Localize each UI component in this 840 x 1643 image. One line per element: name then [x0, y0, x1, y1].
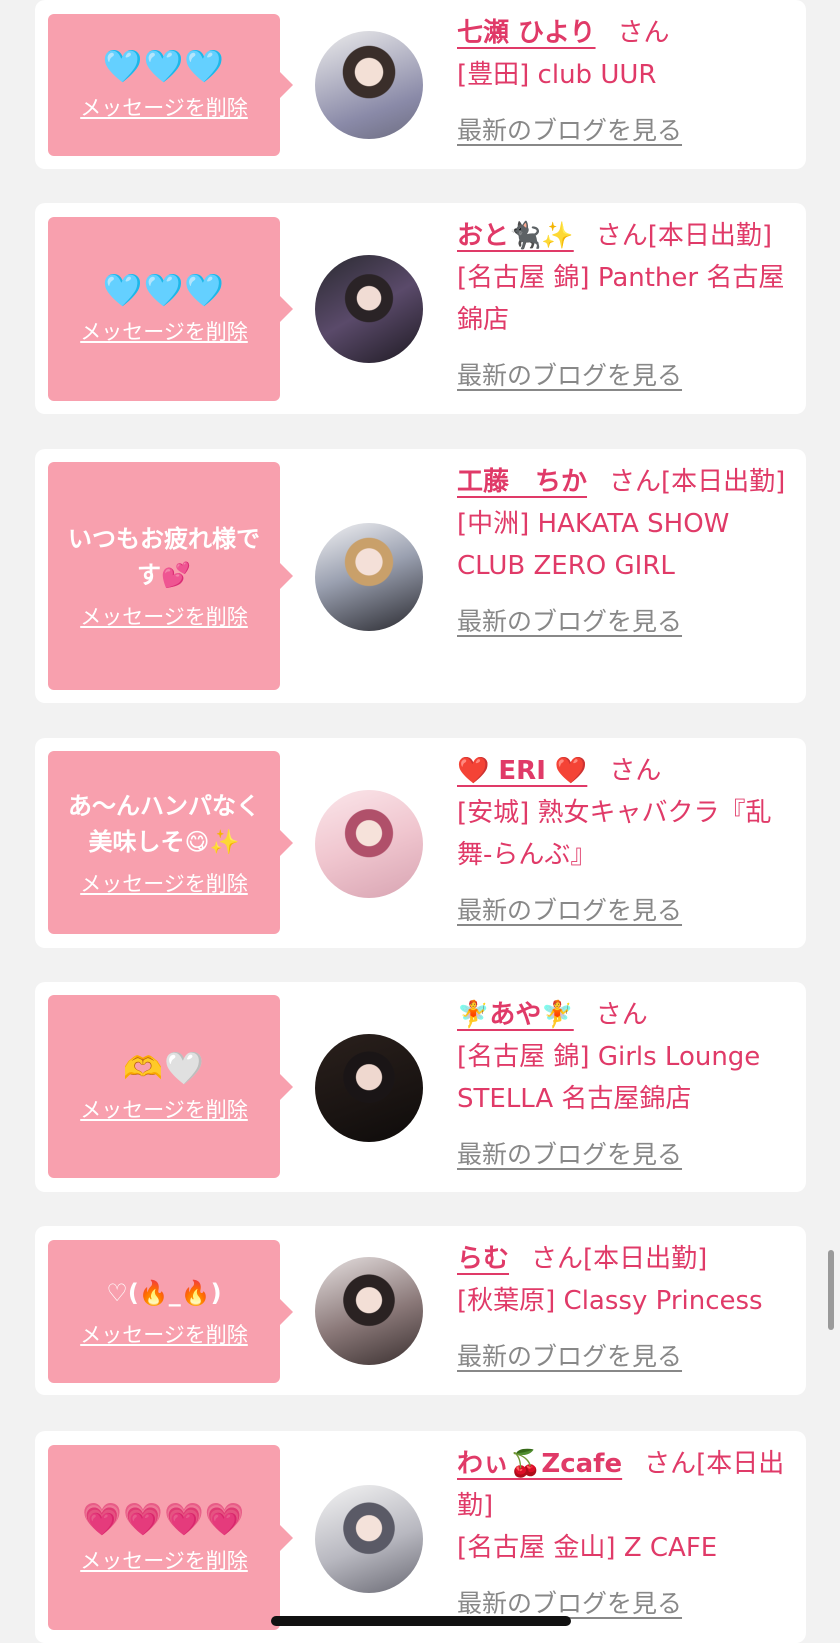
- honorific: さん: [617, 18, 670, 48]
- shop-label: [秋葉原] Classy Princess: [457, 1286, 763, 1316]
- avatar[interactable]: [315, 1034, 423, 1142]
- honorific: さん: [609, 756, 662, 786]
- delete-message-link[interactable]: メッセージを削除: [80, 1319, 248, 1349]
- list-item: あ〜んハンパなく美味しそ😋✨ メッセージを削除 ❤️ ERI ❤️ さん [安城]…: [35, 738, 806, 948]
- message-bubble: ♡(🔥_🔥) メッセージを削除: [48, 1240, 293, 1383]
- message-bubble: あ〜んハンパなく美味しそ😋✨ メッセージを削除: [48, 751, 293, 934]
- cast-info: 七瀬 ひより さん [豊田] club UUR 最新のブログを見る: [457, 12, 796, 152]
- cast-info: わぃ🍒Zcafe さん[本日出勤] [名古屋 金山] Z CAFE 最新のブログを…: [457, 1443, 796, 1625]
- home-indicator: [271, 1616, 571, 1626]
- message-text: いつもお疲れ様です💕: [68, 525, 260, 589]
- delete-message-link[interactable]: メッセージを削除: [80, 92, 248, 122]
- cast-info: ❤️ ERI ❤️ さん [安城] 熟女キャバクラ『乱舞-らんぶ』 最新のブログを…: [457, 750, 796, 932]
- cast-name-link[interactable]: わぃ🍒Zcafe: [457, 1449, 622, 1479]
- shop-label: [安城] 熟女キャバクラ『乱舞-らんぶ』: [457, 798, 772, 870]
- honorific: さん: [595, 1000, 648, 1030]
- cast-info: 工藤 ちか さん[本日出勤] [中洲] HAKATA SHOW CLUB ZERO…: [457, 461, 796, 643]
- shop-label: [名古屋 金山] Z CAFE: [457, 1533, 718, 1563]
- list-item: 🩵🩵🩵 メッセージを削除 七瀬 ひより さん [豊田] club UUR 最新のブ…: [35, 0, 806, 169]
- message-bubble: 🫶🤍 メッセージを削除: [48, 995, 293, 1178]
- avatar[interactable]: [315, 255, 423, 363]
- scrollbar[interactable]: [828, 1250, 834, 1330]
- message-text: 🩵🩵🩵: [102, 271, 226, 309]
- cast-name-link[interactable]: らむ: [457, 1244, 509, 1274]
- shop-label: [名古屋 錦] Girls Lounge STELLA 名古屋錦店: [457, 1042, 761, 1114]
- cast-info: おと🐈‍⬛✨ さん[本日出勤] [名古屋 錦] Panther 名古屋錦店 最新の…: [457, 215, 796, 397]
- delete-message-link[interactable]: メッセージを削除: [80, 316, 248, 346]
- delete-message-link[interactable]: メッセージを削除: [80, 868, 248, 898]
- message-text: あ〜んハンパなく美味しそ😋✨: [68, 791, 260, 856]
- list-item: 💗💗💗💗 メッセージを削除 わぃ🍒Zcafe さん[本日出勤] [名古屋 金山] …: [35, 1431, 806, 1643]
- message-text: 💗💗💗💗: [82, 1499, 246, 1538]
- avatar[interactable]: [315, 1257, 423, 1365]
- cast-name-link[interactable]: おと🐈‍⬛✨: [457, 221, 574, 251]
- message-bubble: 🩵🩵🩵 メッセージを削除: [48, 217, 293, 401]
- delete-message-link[interactable]: メッセージを削除: [80, 601, 248, 631]
- latest-blog-link[interactable]: 最新のブログを見る: [457, 110, 682, 152]
- cast-name-link[interactable]: 七瀬 ひより: [457, 18, 596, 48]
- honorific: さん[本日出勤]: [531, 1244, 708, 1274]
- list-item: いつもお疲れ様です💕 メッセージを削除 工藤 ちか さん[本日出勤] [中洲] H…: [35, 449, 806, 703]
- latest-blog-link[interactable]: 最新のブログを見る: [457, 1336, 682, 1378]
- delete-message-link[interactable]: メッセージを削除: [80, 1545, 248, 1575]
- cast-info: 🧚あや🧚 さん [名古屋 錦] Girls Lounge STELLA 名古屋錦店…: [457, 994, 796, 1176]
- shop-label: [豊田] club UUR: [457, 60, 657, 90]
- message-bubble: 🩵🩵🩵 メッセージを削除: [48, 14, 293, 156]
- message-text: ♡(🔥_🔥): [106, 1278, 222, 1307]
- avatar[interactable]: [315, 790, 423, 898]
- list-item: ♡(🔥_🔥) メッセージを削除 らむ さん[本日出勤] [秋葉原] Classy …: [35, 1226, 806, 1395]
- shop-label: [中洲] HAKATA SHOW CLUB ZERO GIRL: [457, 509, 730, 581]
- delete-message-link[interactable]: メッセージを削除: [80, 1094, 248, 1124]
- message-text: 🫶🤍: [123, 1048, 205, 1087]
- latest-blog-link[interactable]: 最新のブログを見る: [457, 890, 682, 932]
- latest-blog-link[interactable]: 最新のブログを見る: [457, 1134, 682, 1176]
- honorific: さん[本日出勤]: [595, 221, 773, 251]
- message-bubble: 💗💗💗💗 メッセージを削除: [48, 1445, 293, 1630]
- latest-blog-link[interactable]: 最新のブログを見る: [457, 601, 682, 643]
- cast-name-link[interactable]: 🧚あや🧚: [457, 1000, 574, 1030]
- avatar[interactable]: [315, 1485, 423, 1593]
- cast-name-link[interactable]: 工藤 ちか: [457, 467, 587, 497]
- message-text: 🩵🩵🩵: [102, 47, 226, 85]
- message-bubble: いつもお疲れ様です💕 メッセージを削除: [48, 462, 293, 690]
- list-item: 🩵🩵🩵 メッセージを削除 おと🐈‍⬛✨ さん[本日出勤] [名古屋 錦] Pant…: [35, 203, 806, 414]
- honorific: さん[本日出勤]: [609, 467, 786, 497]
- avatar[interactable]: [315, 523, 423, 631]
- latest-blog-link[interactable]: 最新のブログを見る: [457, 355, 682, 397]
- cast-info: らむ さん[本日出勤] [秋葉原] Classy Princess 最新のブログを…: [457, 1238, 796, 1378]
- shop-label: [名古屋 錦] Panther 名古屋錦店: [457, 263, 785, 335]
- cast-name-link[interactable]: ❤️ ERI ❤️: [457, 756, 587, 786]
- list-item: 🫶🤍 メッセージを削除 🧚あや🧚 さん [名古屋 錦] Girls Lounge …: [35, 982, 806, 1192]
- avatar[interactable]: [315, 31, 423, 139]
